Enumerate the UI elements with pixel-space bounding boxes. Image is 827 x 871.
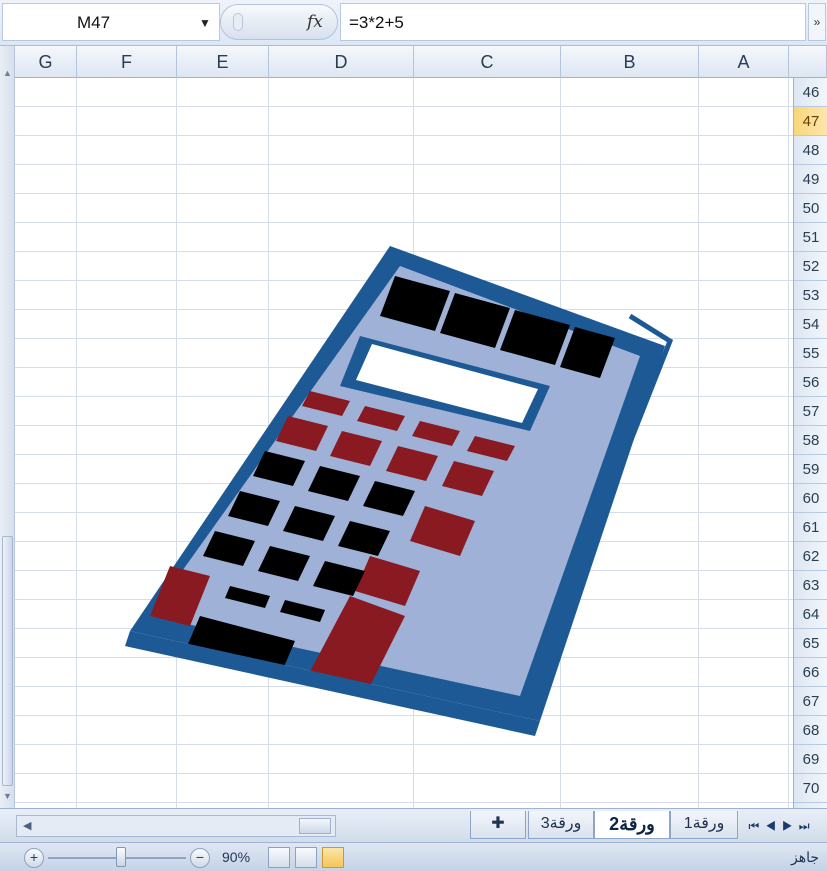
status-ready-text: جاهز	[790, 849, 819, 865]
row-header-66[interactable]: 66	[794, 658, 827, 687]
insert-function-area: fx	[220, 4, 338, 40]
zoom-in-button[interactable]: +	[24, 848, 44, 868]
row-header-60[interactable]: 60	[794, 484, 827, 513]
tab-sheet1-label: ورقة1	[683, 815, 725, 832]
prev-sheet-icon[interactable]: ◀	[765, 819, 782, 833]
row-header-67[interactable]: 67	[794, 687, 827, 716]
page-break-view-icon[interactable]	[268, 847, 290, 868]
scroll-left-icon[interactable]: ◀	[23, 819, 31, 832]
sheet-navigation[interactable]: ⏮◀▶⏭	[742, 815, 822, 837]
vertical-scroll-thumb[interactable]	[2, 536, 13, 786]
next-sheet-icon[interactable]: ▶	[782, 819, 799, 833]
row-header-50[interactable]: 50	[794, 194, 827, 223]
horizontal-scroll-thumb[interactable]	[299, 818, 331, 834]
grid-column-line	[788, 78, 789, 808]
tab-sheet2-label: ورقة2	[609, 814, 655, 834]
formula-input[interactable]: =3*2+5	[340, 3, 806, 41]
sheet-tab-strip: ◀ ✚ ورقة3 ورقة2 ورقة1 ⏮◀▶⏭	[0, 808, 827, 842]
row-header-46[interactable]: 46	[794, 78, 827, 107]
select-all-corner[interactable]	[789, 46, 827, 78]
row-header-64[interactable]: 64	[794, 600, 827, 629]
column-header-c[interactable]: C	[414, 46, 561, 78]
first-sheet-icon[interactable]: ⏮	[748, 819, 765, 833]
tab-sheet3-label: ورقة3	[540, 815, 582, 832]
vertical-scrollbar[interactable]: ▲ ▼	[0, 46, 15, 808]
name-box[interactable]: M47 ▼	[2, 3, 220, 41]
scroll-down-icon[interactable]: ▼	[3, 791, 12, 801]
tab-sheet2[interactable]: ورقة2	[594, 811, 670, 839]
grid-row-line	[15, 135, 793, 136]
zoom-slider-thumb[interactable]	[116, 847, 126, 867]
row-header-55[interactable]: 55	[794, 339, 827, 368]
formula-bar-handle[interactable]	[233, 13, 243, 31]
row-header-62[interactable]: 62	[794, 542, 827, 571]
row-header-70[interactable]: 70	[794, 774, 827, 803]
grid-row-line	[15, 744, 793, 745]
horizontal-scrollbar[interactable]: ◀	[16, 815, 336, 837]
insert-sheet-icon: ✚	[491, 815, 505, 832]
formula-value: =3*2+5	[349, 13, 404, 32]
page-layout-view-icon[interactable]	[295, 847, 317, 868]
row-header-49[interactable]: 49	[794, 165, 827, 194]
column-header-d[interactable]: D	[269, 46, 414, 78]
row-header-53[interactable]: 53	[794, 281, 827, 310]
column-header-b[interactable]: B	[561, 46, 699, 78]
row-header-61[interactable]: 61	[794, 513, 827, 542]
calculator-clipart[interactable]	[110, 176, 710, 736]
zoom-level[interactable]: 90%	[222, 849, 250, 865]
formula-bar: M47 ▼ fx =3*2+5 »	[0, 0, 827, 46]
row-header-48[interactable]: 48	[794, 136, 827, 165]
zoom-out-button[interactable]: −	[190, 848, 210, 868]
row-headers: 46 47 48 49 50 51 52 53 54 55 56 57 58 59 60 61 62 63 64 65…	[793, 78, 827, 808]
row-header-54[interactable]: 54	[794, 310, 827, 339]
insert-function-button[interactable]: fx	[307, 12, 323, 32]
status-bar: + − 90% جاهز	[0, 842, 827, 871]
row-header-69[interactable]: 69	[794, 745, 827, 774]
column-header-a[interactable]: A	[699, 46, 789, 78]
row-header-58[interactable]: 58	[794, 426, 827, 455]
column-header-g[interactable]: G	[15, 46, 77, 78]
last-sheet-icon[interactable]: ⏭	[799, 819, 816, 833]
column-headers: GFEDCBA	[15, 46, 827, 78]
row-header-65[interactable]: 65	[794, 629, 827, 658]
scroll-up-icon[interactable]: ▲	[3, 68, 12, 78]
row-header-47[interactable]: 47	[794, 107, 827, 136]
row-header-51[interactable]: 51	[794, 223, 827, 252]
column-header-f[interactable]: F	[77, 46, 177, 78]
row-header-59[interactable]: 59	[794, 455, 827, 484]
row-header-52[interactable]: 52	[794, 252, 827, 281]
expand-formula-bar-icon[interactable]: »	[808, 3, 826, 41]
row-header-68[interactable]: 68	[794, 716, 827, 745]
name-box-value: M47	[77, 13, 111, 32]
tab-sheet3[interactable]: ورقة3	[528, 811, 594, 839]
row-header-56[interactable]: 56	[794, 368, 827, 397]
grid-row-line	[15, 802, 793, 803]
grid-row-line	[15, 164, 793, 165]
grid-column-line	[76, 78, 77, 808]
name-box-dropdown-icon[interactable]: ▼	[199, 16, 211, 30]
normal-view-icon[interactable]	[322, 847, 344, 868]
tab-sheet1[interactable]: ورقة1	[670, 811, 738, 839]
row-header-57[interactable]: 57	[794, 397, 827, 426]
row-header-63[interactable]: 63	[794, 571, 827, 600]
column-header-e[interactable]: E	[177, 46, 269, 78]
worksheet: ▲ ▼ GFEDCBA 46 47 48 49 50 51 52 53 54 55 56 57 58 59…	[0, 46, 827, 808]
insert-sheet-tab[interactable]: ✚	[470, 811, 526, 839]
grid-row-line	[15, 773, 793, 774]
grid-row-line	[15, 106, 793, 107]
